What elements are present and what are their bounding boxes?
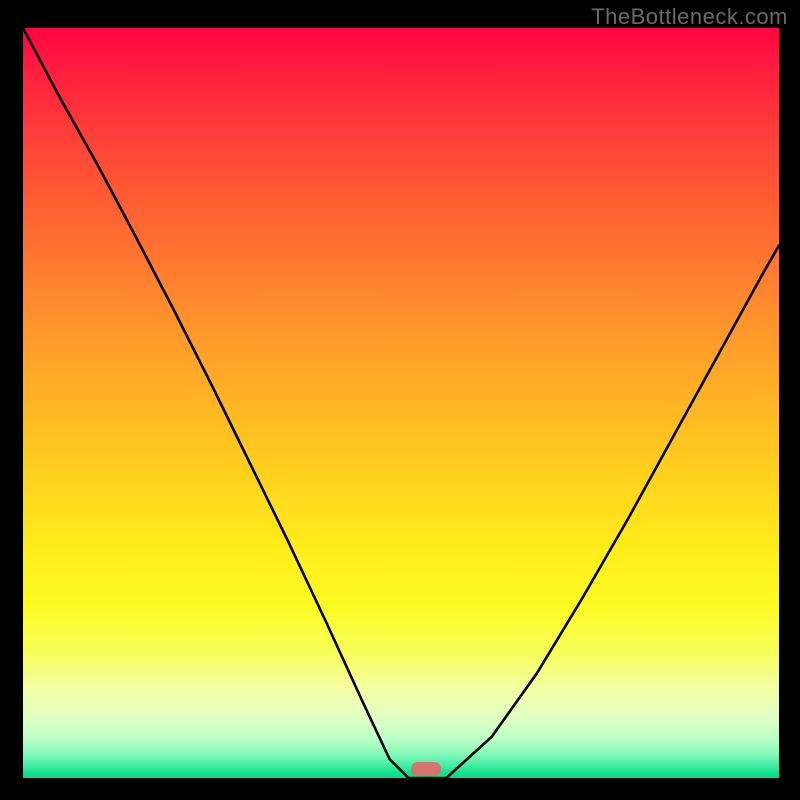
bottleneck-curve	[23, 28, 779, 778]
chart-frame: TheBottleneck.com	[0, 0, 800, 800]
watermark-text: TheBottleneck.com	[591, 4, 788, 30]
curve-path	[23, 28, 779, 778]
plot-area	[23, 28, 779, 778]
optimal-marker	[411, 762, 441, 776]
